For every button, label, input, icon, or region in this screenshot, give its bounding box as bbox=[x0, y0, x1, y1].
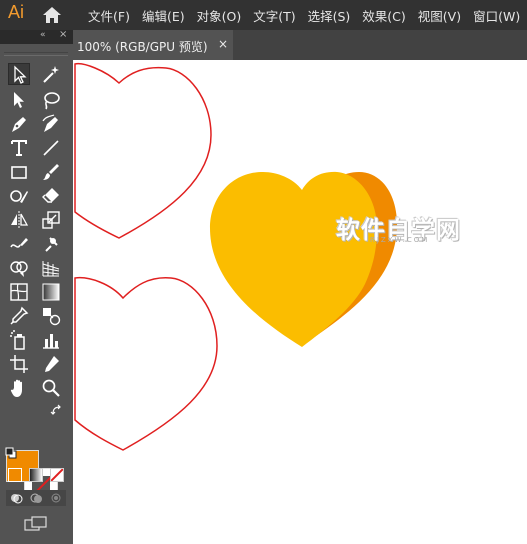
menu-file[interactable]: 文件(F) bbox=[82, 6, 136, 25]
artboard-tool-icon[interactable] bbox=[8, 353, 30, 375]
watermark-subtext: RJZXW.COM bbox=[370, 236, 430, 244]
scale-tool-icon[interactable] bbox=[40, 209, 62, 231]
line-segment-tool-icon[interactable] bbox=[40, 137, 62, 159]
slice-tool-icon[interactable] bbox=[40, 353, 62, 375]
lasso-tool-icon[interactable] bbox=[40, 89, 62, 111]
menu-edit[interactable]: 编辑(E) bbox=[136, 6, 191, 25]
menu-effect[interactable]: 效果(C) bbox=[356, 6, 411, 25]
main-menu: 文件(F) 编辑(E) 对象(O) 文字(T) 选择(S) 效果(C) 视图(V… bbox=[82, 0, 526, 30]
selection-tool-icon[interactable] bbox=[8, 63, 30, 85]
menu-bar: Ai 文件(F) 编辑(E) 对象(O) 文字(T) 选择(S) 效果(C) 视… bbox=[0, 0, 527, 30]
home-icon[interactable] bbox=[42, 6, 62, 24]
hand-tool-icon[interactable] bbox=[8, 377, 30, 399]
draw-modes bbox=[6, 490, 66, 506]
gradient-tool-icon[interactable] bbox=[40, 281, 62, 303]
eyedropper-tool-icon[interactable] bbox=[8, 305, 30, 327]
direct-selection-tool-icon[interactable] bbox=[8, 89, 30, 111]
rectangle-tool-icon[interactable] bbox=[8, 161, 30, 183]
pen-tool-icon[interactable] bbox=[8, 113, 30, 135]
toolbar-header: « × bbox=[0, 29, 73, 44]
reflect-tool-icon[interactable] bbox=[8, 209, 30, 231]
draw-normal-icon[interactable] bbox=[9, 491, 23, 505]
blend-tool-icon[interactable] bbox=[40, 305, 62, 327]
menu-view[interactable]: 视图(V) bbox=[412, 6, 467, 25]
heart-outline-bottom[interactable] bbox=[74, 276, 218, 451]
panel-grip[interactable] bbox=[4, 52, 68, 56]
type-tool-icon[interactable] bbox=[8, 137, 30, 159]
menu-type[interactable]: 文字(T) bbox=[247, 6, 301, 25]
shaper-tool-icon[interactable] bbox=[8, 185, 30, 207]
menu-object[interactable]: 对象(O) bbox=[191, 6, 248, 25]
mesh-tool-icon[interactable] bbox=[8, 281, 30, 303]
tools-panel bbox=[0, 44, 73, 544]
document-tab[interactable]: 100% (RGB/GPU 预览) × bbox=[73, 30, 233, 60]
close-panel-icon[interactable]: × bbox=[59, 29, 67, 40]
swap-fill-stroke-icon[interactable] bbox=[50, 404, 64, 418]
heart-outline-top[interactable] bbox=[74, 62, 212, 239]
document-tab-label: 100% (RGB/GPU 预览) bbox=[77, 40, 208, 54]
artboard-canvas[interactable]: 软件自学网 RJZXW.COM bbox=[73, 60, 527, 544]
artwork bbox=[74, 62, 398, 451]
draw-inside-icon[interactable] bbox=[49, 491, 63, 505]
paintbrush-tool-icon[interactable] bbox=[40, 161, 62, 183]
menu-select[interactable]: 选择(S) bbox=[302, 6, 357, 25]
gradient-mode-icon[interactable] bbox=[29, 468, 43, 482]
app-logo: Ai bbox=[8, 2, 25, 22]
close-document-icon[interactable]: × bbox=[218, 37, 228, 51]
column-graph-tool-icon[interactable] bbox=[40, 329, 62, 351]
draw-behind-icon[interactable] bbox=[29, 491, 43, 505]
warp-tool-icon[interactable] bbox=[8, 233, 30, 255]
menu-window[interactable]: 窗口(W) bbox=[467, 6, 526, 25]
heart-fill-front[interactable] bbox=[210, 171, 377, 347]
color-mode-icon[interactable] bbox=[8, 468, 22, 482]
zoom-tool-icon[interactable] bbox=[40, 377, 62, 399]
screen-mode-icon[interactable] bbox=[24, 516, 48, 532]
shape-builder-tool-icon[interactable] bbox=[8, 257, 30, 279]
curvature-tool-icon[interactable] bbox=[40, 113, 62, 135]
magic-wand-tool-icon[interactable] bbox=[40, 63, 62, 85]
eraser-tool-icon[interactable] bbox=[40, 185, 62, 207]
perspective-grid-tool-icon[interactable] bbox=[40, 257, 62, 279]
collapse-panel-icon[interactable]: « bbox=[40, 30, 46, 40]
symbol-sprayer-tool-icon[interactable] bbox=[8, 329, 30, 351]
none-mode-icon[interactable] bbox=[50, 468, 64, 482]
puppet-warp-tool-icon[interactable] bbox=[40, 233, 62, 255]
default-fill-stroke-icon[interactable] bbox=[5, 447, 17, 459]
